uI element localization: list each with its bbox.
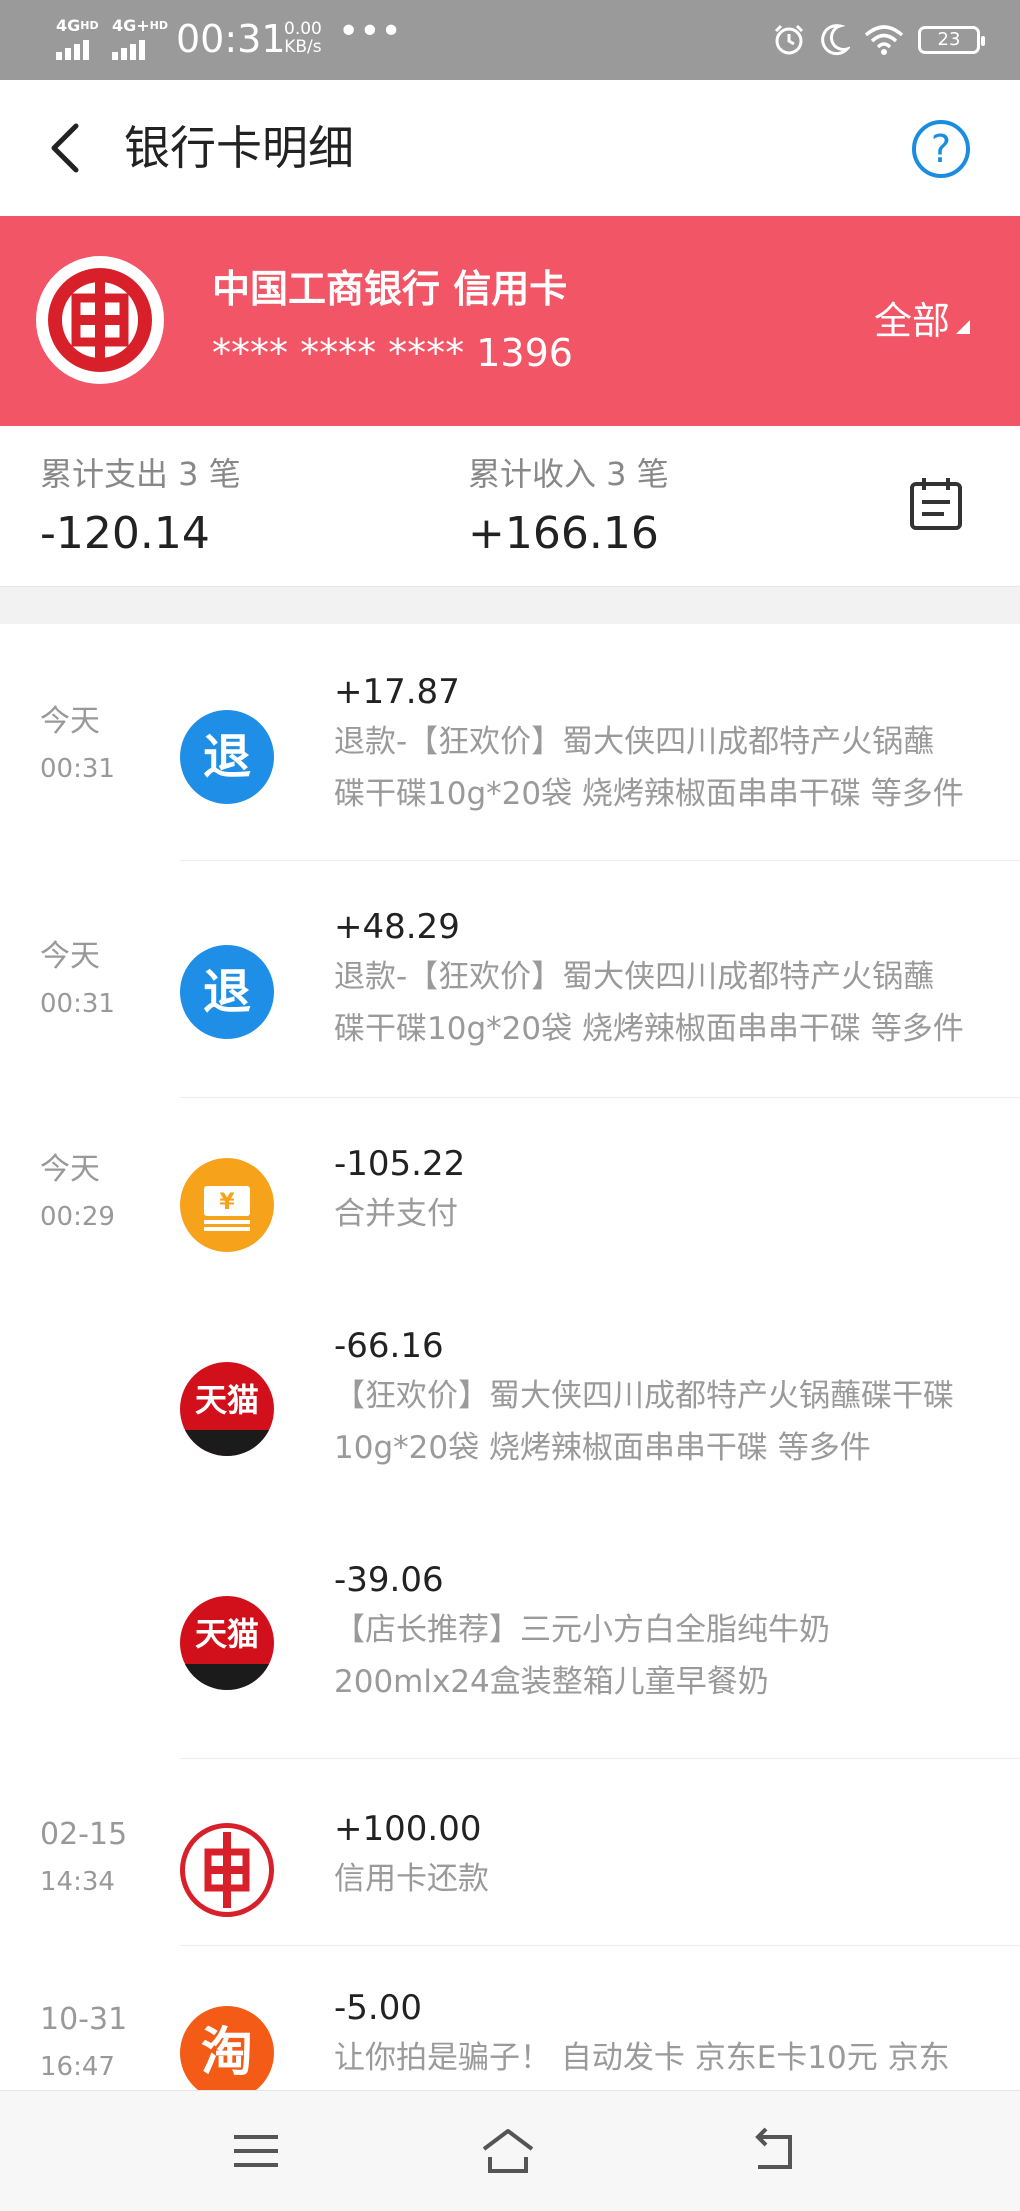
income-label: 累计收入 3 笔 bbox=[468, 455, 669, 493]
nav-bar: 银行卡明细 ? bbox=[0, 80, 1020, 216]
refund-icon: 退 bbox=[180, 945, 274, 1039]
status-bar: 4GHD 4G+HD 00:31 0.00 KB/s ••• 23 bbox=[0, 0, 1020, 80]
transaction-amount: -5.00 bbox=[334, 1988, 422, 2028]
transaction-time: 16:47 bbox=[40, 2052, 115, 2082]
filter-label: 全部 bbox=[873, 299, 950, 343]
back-chevron-icon[interactable] bbox=[40, 116, 90, 180]
expense-label: 累计支出 3 笔 bbox=[40, 455, 241, 493]
description-line: 碟干碟10g*20袋 烧烤辣椒面串串干碟 等多件 bbox=[334, 1011, 964, 1047]
system-nav-bar bbox=[0, 2090, 1020, 2211]
transaction-time: 00:29 bbox=[40, 1202, 115, 1232]
description-line: 【狂欢价】蜀大侠四川成都特产火锅蘸碟干碟 bbox=[334, 1378, 954, 1414]
summary-panel: 累计支出 3 笔 -120.14 累计收入 3 笔 +166.16 bbox=[0, 426, 1020, 587]
signal-label-sup: HD bbox=[149, 19, 169, 32]
transaction-date: 今天 bbox=[40, 1152, 100, 1187]
signal-label: 4G+ bbox=[112, 16, 150, 35]
calendar-icon[interactable] bbox=[908, 476, 964, 532]
merge-pay-icon: ¥ bbox=[180, 1158, 274, 1252]
transaction-description: 【狂欢价】蜀大侠四川成都特产火锅蘸碟干碟 10g*20袋 烧烤辣椒面串串干碟 等… bbox=[334, 1370, 1014, 1474]
description-line: 合并支付 bbox=[334, 1196, 458, 1232]
svg-text:¥: ¥ bbox=[219, 1190, 235, 1215]
battery-icon: 23 bbox=[918, 26, 985, 54]
alarm-icon bbox=[774, 24, 804, 55]
back-icon[interactable] bbox=[744, 2121, 804, 2181]
description-line: 退款-【狂欢价】蜀大侠四川成都特产火锅蘸 bbox=[334, 724, 935, 760]
transaction-row[interactable]: 今天 00:31 退 +17.87 退款-【狂欢价】蜀大侠四川成都特产火锅蘸 碟… bbox=[0, 624, 1020, 861]
description-line: 【店长推荐】三元小方白全脂纯牛奶 bbox=[334, 1612, 830, 1648]
network-speed-unit: KB/s bbox=[284, 37, 322, 57]
moon-icon bbox=[821, 24, 850, 56]
description-line: 退款-【狂欢价】蜀大侠四川成都特产火锅蘸 bbox=[334, 959, 935, 995]
tmall-label: 天猫 bbox=[194, 1615, 259, 1653]
transaction-date: 今天 bbox=[40, 939, 100, 974]
help-button[interactable]: ? bbox=[912, 120, 970, 178]
description-line: 让你拍是骗子！ 自动发卡 京东E卡10元 京东 bbox=[334, 2040, 950, 2076]
transaction-amount: -66.16 bbox=[334, 1326, 444, 1366]
transaction-amount: +17.87 bbox=[334, 672, 460, 712]
transaction-amount: -105.22 bbox=[334, 1144, 466, 1184]
transaction-description: 【店长推荐】三元小方白全脂纯牛奶 200mlx24盒装整箱儿童早餐奶 bbox=[334, 1604, 1014, 1708]
dropdown-triangle-icon bbox=[956, 320, 970, 334]
signal-label: 4G bbox=[56, 16, 81, 35]
transaction-date: 今天 bbox=[40, 704, 100, 739]
transaction-time: 00:31 bbox=[40, 989, 115, 1019]
transaction-description: 退款-【狂欢价】蜀大侠四川成都特产火锅蘸 碟干碟10g*20袋 烧烤辣椒面串串干… bbox=[334, 716, 1014, 820]
bank-card-header: 中国工商银行 信用卡 **** **** **** 1396 全部 bbox=[0, 216, 1020, 426]
wifi-icon bbox=[864, 25, 904, 55]
network-speed: 0.00 KB/s bbox=[284, 20, 322, 56]
menu-icon[interactable] bbox=[226, 2121, 286, 2181]
network-speed-value: 0.00 bbox=[284, 19, 322, 39]
tmall-icon: 天猫 bbox=[180, 1362, 274, 1456]
transaction-description: 信用卡还款 bbox=[334, 1853, 1014, 1905]
transaction-description: 合并支付 bbox=[334, 1188, 1014, 1240]
transaction-description: 退款-【狂欢价】蜀大侠四川成都特产火锅蘸 碟干碟10g*20袋 烧烤辣椒面串串干… bbox=[334, 951, 1014, 1055]
description-line: 200mlx24盒装整箱儿童早餐奶 bbox=[334, 1664, 769, 1700]
transaction-date: 10-31 bbox=[40, 2002, 128, 2037]
transaction-row[interactable]: 02-15 14:34 +100.00 信用卡还款 bbox=[0, 1759, 1020, 1946]
income-value: +166.16 bbox=[468, 508, 659, 559]
transaction-list: 今天 00:31 退 +17.87 退款-【狂欢价】蜀大侠四川成都特产火锅蘸 碟… bbox=[0, 624, 1020, 2090]
status-time: 00:31 bbox=[176, 17, 286, 61]
signal-4g-plus-hd-icon: 4G+HD bbox=[112, 18, 168, 60]
filter-dropdown[interactable]: 全部 bbox=[874, 296, 970, 346]
taobao-icon: 淘 bbox=[180, 2006, 274, 2090]
transaction-amount: +48.29 bbox=[334, 907, 460, 947]
transaction-amount: +100.00 bbox=[334, 1809, 482, 1849]
tmall-icon: 天猫 bbox=[180, 1596, 274, 1690]
bank-name: 中国工商银行 信用卡 bbox=[212, 267, 568, 311]
home-icon[interactable] bbox=[478, 2121, 538, 2181]
icbc-icon bbox=[180, 1823, 274, 1917]
description-line: 碟干碟10g*20袋 烧烤辣椒面串串干碟 等多件 bbox=[334, 776, 964, 812]
icbc-logo-icon bbox=[36, 256, 164, 384]
transaction-row[interactable]: 10-31 16:47 淘 -5.00 让你拍是骗子！ 自动发卡 京东E卡10元… bbox=[0, 1946, 1020, 2090]
transaction-time: 00:31 bbox=[40, 754, 115, 784]
card-number: **** **** **** 1396 bbox=[212, 331, 573, 375]
transaction-date: 02-15 bbox=[40, 1817, 128, 1852]
transaction-amount: -39.06 bbox=[334, 1560, 444, 1600]
transaction-row[interactable]: 今天 00:31 退 +48.29 退款-【狂欢价】蜀大侠四川成都特产火锅蘸 碟… bbox=[0, 861, 1020, 1098]
signal-4g-hd-icon: 4GHD bbox=[56, 18, 99, 60]
refund-icon: 退 bbox=[180, 710, 274, 804]
tmall-label: 天猫 bbox=[194, 1381, 259, 1419]
page-title: 银行卡明细 bbox=[124, 121, 354, 175]
expense-value: -120.14 bbox=[40, 508, 210, 559]
signal-label-sup: HD bbox=[80, 19, 99, 32]
description-line: 信用卡还款 bbox=[334, 1861, 489, 1897]
description-line: 10g*20袋 烧烤辣椒面串串干碟 等多件 bbox=[334, 1430, 871, 1466]
transaction-row[interactable]: 天猫 -39.06 【店长推荐】三元小方白全脂纯牛奶 200mlx24盒装整箱儿… bbox=[0, 1510, 1020, 1759]
transaction-time: 14:34 bbox=[40, 1867, 115, 1897]
transaction-row[interactable]: 天猫 -66.16 【狂欢价】蜀大侠四川成都特产火锅蘸碟干碟 10g*20袋 烧… bbox=[0, 1274, 1020, 1510]
status-more-icon: ••• bbox=[338, 11, 402, 52]
transaction-description: 让你拍是骗子！ 自动发卡 京东E卡10元 京东 bbox=[334, 2032, 1014, 2084]
transaction-row[interactable]: 今天 00:29 ¥ -105.22 合并支付 bbox=[0, 1098, 1020, 1274]
